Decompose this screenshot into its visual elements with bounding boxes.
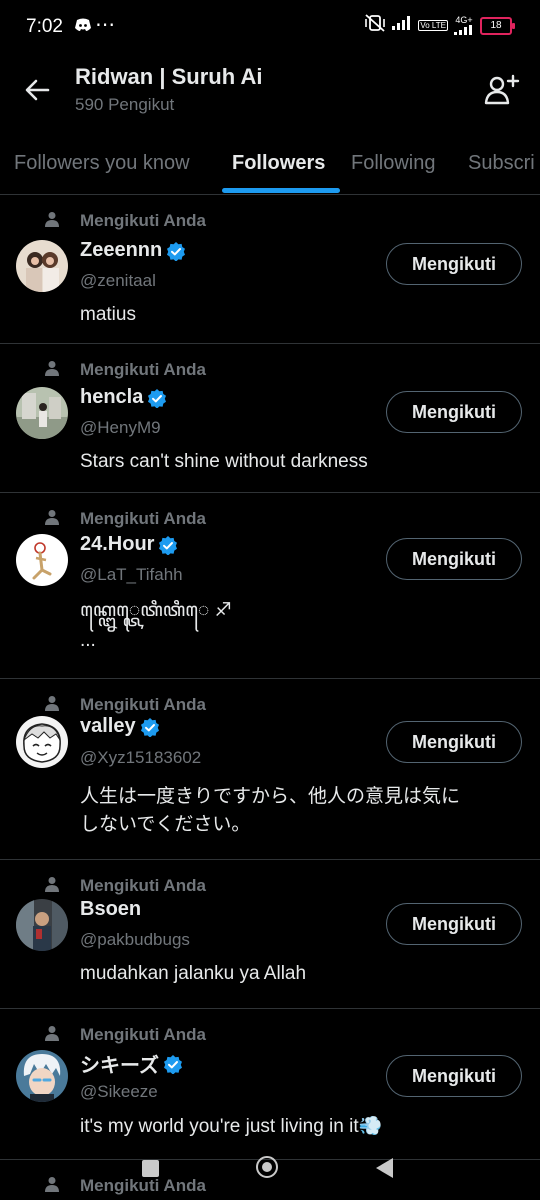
page-title: Ridwan | Suruh Ai [75, 64, 263, 89]
user-bio-continued: ... [80, 630, 96, 651]
signal-icon [392, 16, 412, 35]
list-item[interactable]: Mengikuti Anda Zeeennn @zenitaal matius … [0, 195, 540, 344]
avatar[interactable] [16, 240, 68, 292]
follows-you-label: Mengikuti Anda [44, 211, 206, 230]
user-bio: matius [80, 304, 136, 325]
tab-followers-you-know[interactable]: Followers you know [14, 152, 190, 175]
verified-badge-icon [164, 1054, 182, 1074]
display-name[interactable]: hencla [80, 386, 143, 409]
user-bio: 人生は一度きりですから、他人の意見は気に [80, 786, 461, 807]
recent-apps-button[interactable] [142, 1160, 159, 1177]
following-button[interactable]: Mengikuti [386, 1055, 522, 1097]
battery-icon: 18 [480, 16, 515, 35]
verified-badge-icon [148, 388, 167, 408]
display-name[interactable]: valley [80, 715, 136, 738]
display-name[interactable]: 24.Hour [80, 533, 154, 556]
network-type: 4G+ [454, 16, 474, 35]
user-bio: mudahkan jalanku ya Allah [80, 963, 307, 984]
following-button[interactable]: Mengikuti [386, 721, 522, 763]
system-navigation-bar [0, 1148, 540, 1192]
user-bio: it's my world you're just living in it💨 [80, 1116, 383, 1137]
system-back-button[interactable] [376, 1158, 393, 1178]
status-bar: 7:02 ⋯ Vo LTE 4G+ 18 [0, 0, 540, 52]
avatar[interactable] [16, 716, 68, 768]
user-bio-continued: しないでください。 [80, 814, 251, 835]
verified-badge-icon [140, 717, 159, 737]
user-handle: @HenyM9 [80, 418, 161, 437]
list-item[interactable]: Mengikuti Anda Bsoen @pakbudbugs mudahka… [0, 860, 540, 1009]
list-item[interactable]: Mengikuti Anda シキーズ @Sikeeze it's my wor… [0, 1009, 540, 1160]
avatar[interactable] [16, 899, 68, 951]
back-arrow-icon [25, 79, 50, 101]
display-name[interactable]: Zeeennn [80, 239, 162, 262]
avatar[interactable] [16, 534, 68, 586]
person-icon [45, 212, 59, 227]
user-handle: @zenitaal [80, 271, 156, 290]
add-user-icon [484, 74, 520, 105]
list-item[interactable]: Mengikuti Anda 24.Hour @LaT_Tifahh ꦏ꧀ꦊꦺ꧀… [0, 493, 540, 679]
back-button[interactable] [20, 72, 56, 108]
following-button[interactable]: Mengikuti [386, 243, 522, 285]
more-notifications-icon: ⋯ [95, 14, 116, 36]
follows-you-label: Mengikuti Anda [44, 876, 206, 895]
verified-badge-icon [159, 535, 178, 555]
user-bio: Stars can't shine without darkness [80, 451, 368, 472]
following-button[interactable]: Mengikuti [386, 391, 522, 433]
follows-you-label: Mengikuti Anda [44, 695, 206, 714]
follows-you-label: Mengikuti Anda [44, 1025, 206, 1044]
person-icon [45, 696, 59, 711]
discord-icon [74, 18, 92, 37]
follows-you-label: Mengikuti Anda [44, 360, 206, 379]
person-icon [45, 1026, 59, 1041]
user-bio: ꦏ꧀ꦊꦺ꧀ꦠꦺꦠꦶꦠꦶꦺ ♐ [80, 600, 232, 621]
tab-following[interactable]: Following [351, 152, 435, 175]
user-handle: @LaT_Tifahh [80, 565, 183, 584]
avatar[interactable] [16, 1050, 68, 1102]
active-tab-indicator [222, 188, 340, 193]
tab-followers[interactable]: Followers [232, 152, 325, 175]
tab-subscriptions[interactable]: Subscri [468, 152, 535, 175]
following-button[interactable]: Mengikuti [386, 538, 522, 580]
profile-header: Ridwan | Suruh Ai 590 Pengikut [0, 52, 540, 132]
display-name[interactable]: Bsoen [80, 898, 141, 921]
tab-bar: Followers you know Followers Following S… [0, 132, 540, 195]
user-handle: @Xyz15183602 [80, 748, 202, 767]
status-time: 7:02 [26, 16, 63, 37]
add-user-button[interactable] [482, 70, 522, 110]
follower-count: 590 Pengikut [75, 95, 175, 114]
person-icon [45, 877, 59, 892]
user-handle: @Sikeeze [80, 1082, 158, 1101]
volte-badge: Vo LTE [418, 20, 448, 31]
verified-badge-icon [167, 241, 186, 261]
list-item[interactable]: Mengikuti Anda hencla @HenyM9 Stars can'… [0, 344, 540, 493]
list-item[interactable]: Mengikuti Anda valley @Xyz15183602 人生は一度… [0, 679, 540, 860]
person-icon [45, 510, 59, 525]
vibrate-off-icon [364, 14, 386, 37]
following-button[interactable]: Mengikuti [386, 903, 522, 945]
user-handle: @pakbudbugs [80, 930, 190, 949]
person-icon [45, 361, 59, 376]
avatar[interactable] [16, 387, 68, 439]
home-button[interactable] [256, 1156, 278, 1178]
follows-you-label: Mengikuti Anda [44, 509, 206, 528]
display-name[interactable]: シキーズ [80, 1049, 159, 1078]
